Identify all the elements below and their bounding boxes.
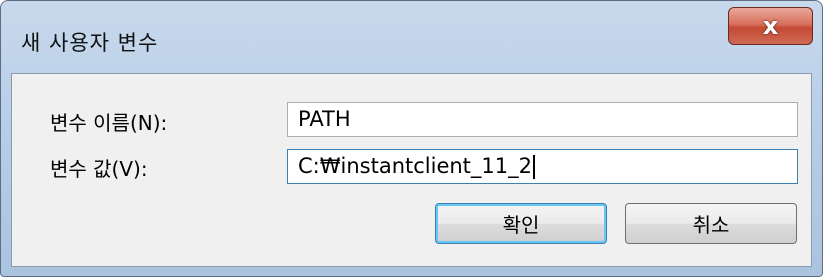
variable-value-input[interactable]: C:₩instantclient_11_2 [287, 149, 798, 184]
ok-button-label: 확인 [502, 213, 540, 237]
variable-value-text: C:₩instantclient_11_2 [298, 154, 532, 178]
variable-name-label: 변수 이름(N): [50, 111, 168, 135]
close-button[interactable]: x [728, 7, 813, 45]
ok-button[interactable]: 확인 [435, 203, 607, 244]
dialog-content: 변수 이름(N): PATH 변수 값(V): C:₩instantclient… [11, 73, 812, 267]
title-bar[interactable]: 새 사용자 변수 x [1, 1, 822, 71]
variable-name-input[interactable]: PATH [287, 102, 798, 137]
cancel-button[interactable]: 취소 [625, 203, 797, 244]
variable-name-text: PATH [298, 107, 351, 131]
text-cursor [533, 155, 535, 179]
cancel-button-label: 취소 [692, 213, 730, 237]
dialog-title: 새 사용자 변수 [21, 31, 159, 55]
close-icon: x [762, 12, 779, 40]
variable-value-label: 변수 값(V): [50, 157, 148, 181]
dialog-window: 새 사용자 변수 x 변수 이름(N): PATH 변수 값(V): C:₩in… [0, 0, 823, 277]
